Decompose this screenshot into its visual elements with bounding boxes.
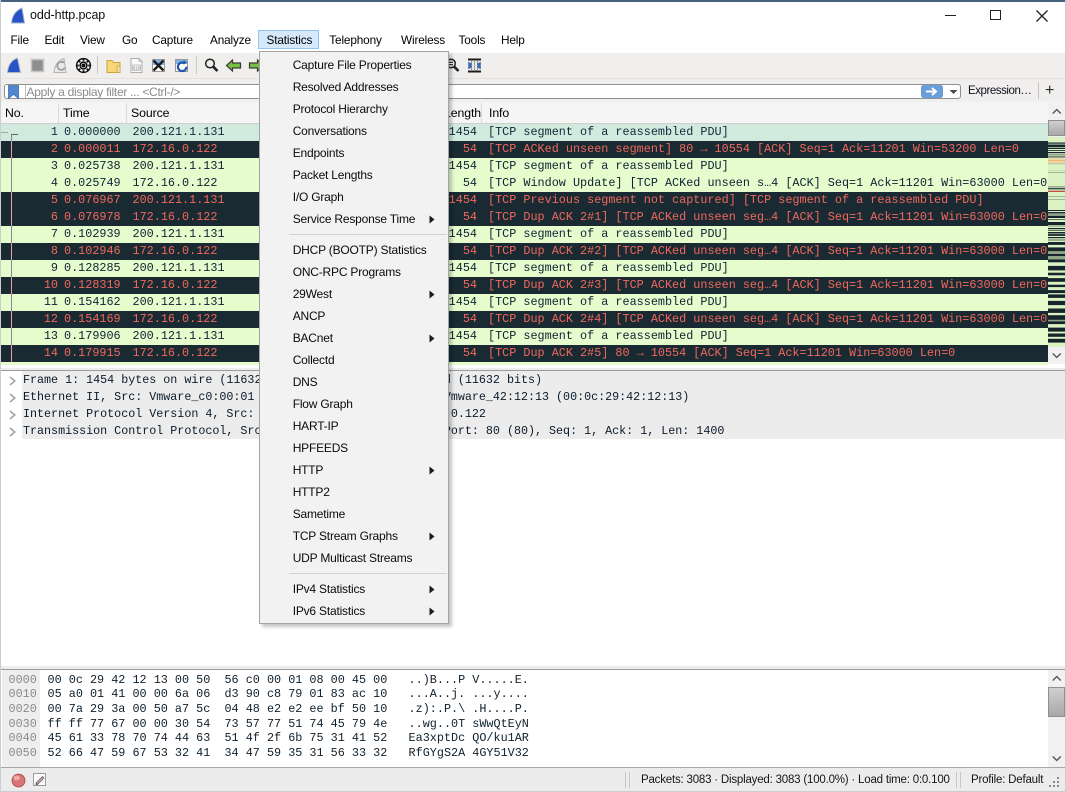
svg-text:010: 010: [132, 65, 140, 70]
